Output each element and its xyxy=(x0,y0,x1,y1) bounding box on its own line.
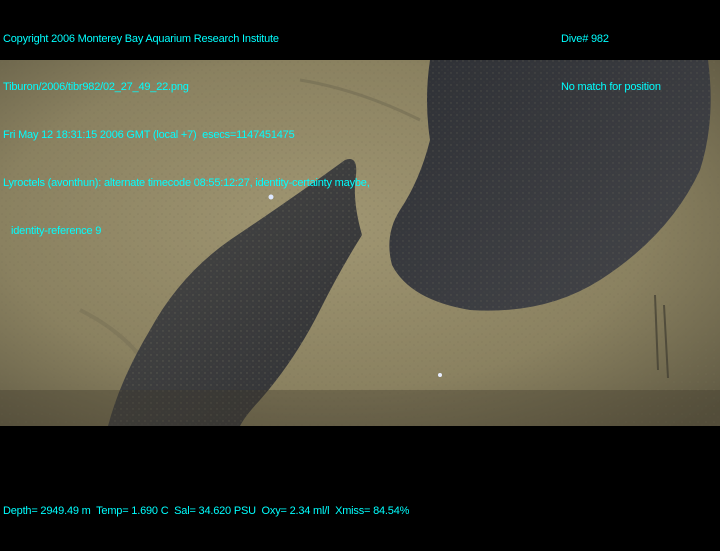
telemetry-text: Depth= 2949.49 m Temp= 1.690 C Sal= 34.6… xyxy=(3,505,410,517)
dive-number-text: Dive# 982 xyxy=(561,33,609,45)
header-left-overlay: Copyright 2006 Monterey Bay Aquarium Res… xyxy=(3,0,370,271)
header-right-overlay: Dive# 982 No match for position xyxy=(561,0,661,127)
video-frame: Copyright 2006 Monterey Bay Aquarium Res… xyxy=(0,0,720,517)
position-status-text: No match for position xyxy=(561,81,661,93)
image-path-text: Tiburon/2006/tibr982/02_27_49_22.png xyxy=(3,81,189,93)
telemetry-overlay: Depth= 2949.49 m Temp= 1.690 C Sal= 34.6… xyxy=(3,471,409,551)
identity-reference-text: identity-reference 9 xyxy=(11,225,102,237)
annotation-text: Lyroctels (avonthun): alternate timecode… xyxy=(3,177,370,189)
timestamp-text: Fri May 12 18:31:15 2006 GMT (local +7) … xyxy=(3,129,295,141)
copyright-text: Copyright 2006 Monterey Bay Aquarium Res… xyxy=(3,33,279,45)
